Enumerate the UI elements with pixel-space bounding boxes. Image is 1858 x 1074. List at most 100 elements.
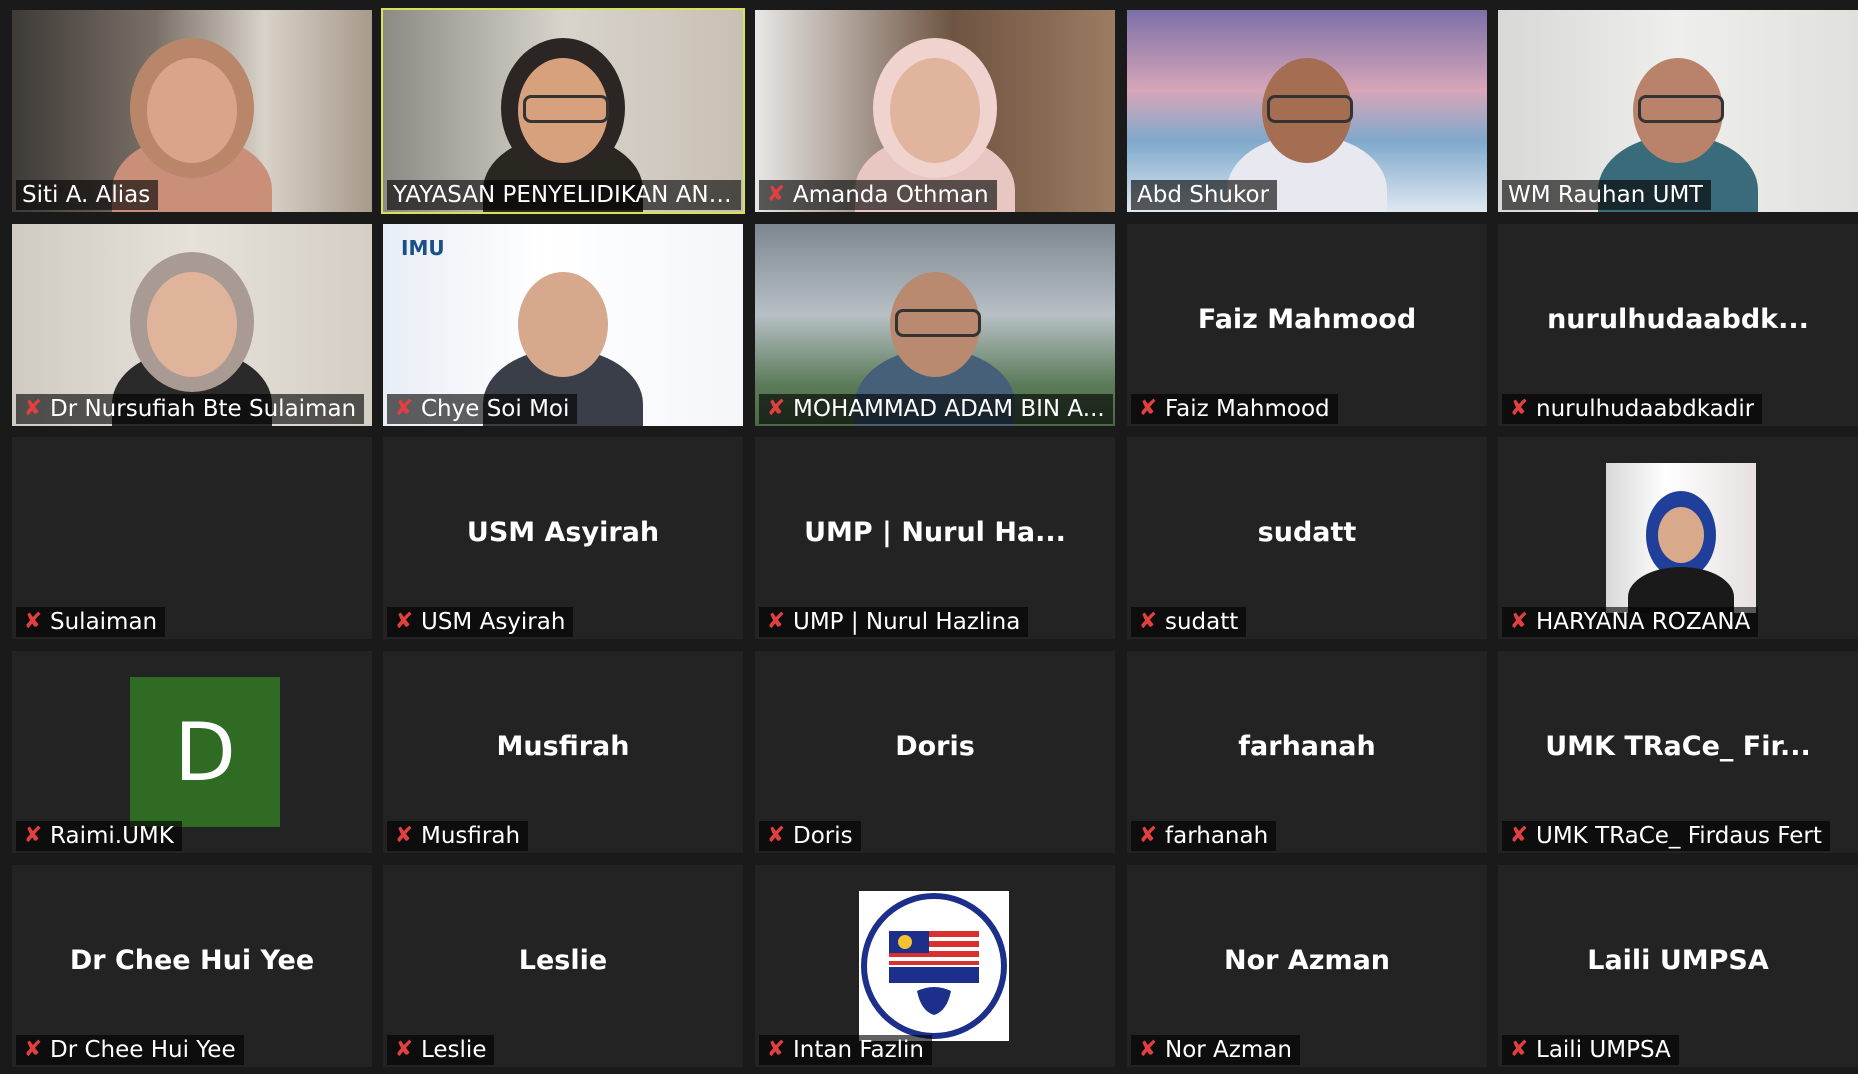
participant-name-label: ✘ Intan Fazlin [759, 1035, 933, 1065]
participant-tile[interactable]: Abd Shukor [1127, 10, 1487, 212]
participant-name: sudatt [1165, 609, 1239, 635]
participant-tile[interactable]: Siti A. Alias [12, 10, 372, 212]
participant-display-name: Dr Chee Hui Yee [69, 945, 315, 976]
glasses-shape [1638, 95, 1724, 123]
participant-name-label: ✘ Dr Nursufiah Bte Sulaiman [16, 394, 365, 424]
participant-tile[interactable]: nurulhudaabdk... ✘ nurulhudaabdkadir [1498, 224, 1858, 426]
glasses-shape [523, 95, 609, 123]
participant-tile[interactable]: Doris ✘ Doris [755, 651, 1115, 853]
participant-tile[interactable]: USM Asyirah ✘ USM Asyirah [383, 437, 743, 639]
participant-display-name: Doris [895, 731, 975, 762]
participant-tile[interactable]: farhanah ✘ farhanah [1127, 651, 1487, 853]
participant-tile[interactable]: Nor Azman ✘ Nor Azman [1127, 865, 1487, 1067]
muted-microphone-icon: ✘ [1509, 396, 1529, 421]
participant-display-name: Nor Azman [1223, 945, 1391, 976]
person-face [147, 58, 237, 163]
participant-name: Siti A. Alias [22, 182, 151, 208]
participant-name: Raimi.UMK [50, 823, 174, 849]
avatar: D [130, 677, 280, 827]
foundation-logo-icon [859, 891, 1009, 1041]
participant-name-label: ✘ Chye Soi Moi [387, 394, 578, 424]
participant-name: UMK TRaCe_ Firdaus Fert [1536, 823, 1822, 849]
person-face [890, 58, 980, 163]
muted-microphone-icon: ✘ [766, 823, 786, 848]
participant-display-name: Laili UMPSA [1587, 945, 1769, 976]
profile-photo [1606, 463, 1756, 613]
muted-microphone-icon: ✘ [394, 396, 414, 421]
participant-tile[interactable]: ✘ HARYANA ROZANA [1498, 437, 1858, 639]
participant-tile[interactable]: Laili UMPSA ✘ Laili UMPSA [1498, 865, 1858, 1067]
participant-name-label: Abd Shukor [1131, 180, 1278, 210]
participant-tile[interactable]: WM Rauhan UMT [1498, 10, 1858, 212]
participant-display-name: Musfirah [496, 731, 630, 762]
participant-name-label: ✘ Raimi.UMK [16, 821, 182, 851]
participant-tile[interactable]: D ✘ Raimi.UMK [12, 651, 372, 853]
muted-microphone-icon: ✘ [766, 1037, 786, 1062]
participant-display-name: farhanah [1238, 731, 1376, 762]
participant-tile[interactable]: ✘ Amanda Othman [755, 10, 1115, 212]
participant-name-label: ✘ farhanah [1131, 821, 1277, 851]
participant-name-label: ✘ USM Asyirah [387, 607, 574, 637]
participant-tile[interactable]: YAYASAN PENYELIDIKAN ANT... [381, 8, 745, 214]
participant-tile[interactable]: Musfirah ✘ Musfirah [383, 651, 743, 853]
participant-name: Musfirah [421, 823, 521, 849]
participant-name: WM Rauhan UMT [1508, 182, 1704, 208]
person-face [1658, 507, 1704, 563]
muted-microphone-icon: ✘ [766, 182, 786, 207]
muted-microphone-icon: ✘ [766, 396, 786, 421]
participant-name-label: ✘ nurulhudaabdkadir [1502, 394, 1763, 424]
muted-microphone-icon: ✘ [1138, 1037, 1158, 1062]
muted-microphone-icon: ✘ [23, 823, 43, 848]
participant-tile[interactable]: ✘ Sulaiman [12, 437, 372, 639]
participant-tile[interactable]: ✘ Intan Fazlin [755, 865, 1115, 1067]
participant-name-label: ✘ Amanda Othman [759, 180, 997, 210]
muted-microphone-icon: ✘ [1138, 396, 1158, 421]
muted-microphone-icon: ✘ [1509, 609, 1529, 634]
muted-microphone-icon: ✘ [23, 1037, 43, 1062]
participant-name-label: ✘ HARYANA ROZANA [1502, 607, 1759, 637]
participant-name: MOHAMMAD ADAM BIN A... [793, 396, 1105, 422]
participant-tile[interactable]: ✘ MOHAMMAD ADAM BIN A... [755, 224, 1115, 426]
participant-display-name: Leslie [518, 945, 608, 976]
participant-name: Leslie [421, 1037, 487, 1063]
participant-name-label: ✘ Dr Chee Hui Yee [16, 1035, 244, 1065]
muted-microphone-icon: ✘ [766, 609, 786, 634]
participant-name: USM Asyirah [421, 609, 566, 635]
video-gallery: Siti A. Alias YAYASAN PENYELIDIKAN ANT...… [0, 0, 1858, 1074]
participant-name: Doris [793, 823, 853, 849]
participant-display-name: USM Asyirah [466, 517, 660, 548]
participant-name-label: ✘ Musfirah [387, 821, 529, 851]
participant-name-label: Siti A. Alias [16, 180, 159, 210]
participant-name: Faiz Mahmood [1165, 396, 1330, 422]
participant-display-name: UMK TRaCe_ Fir... [1545, 731, 1811, 762]
participant-name: YAYASAN PENYELIDIKAN ANT... [393, 182, 733, 208]
participant-display-name: nurulhudaabdk... [1547, 304, 1809, 335]
participant-tile[interactable]: Leslie ✘ Leslie [383, 865, 743, 1067]
glasses-shape [895, 309, 981, 337]
participant-name: farhanah [1165, 823, 1269, 849]
muted-microphone-icon: ✘ [394, 823, 414, 848]
participant-tile[interactable]: IMU ✘ Chye Soi Moi [383, 224, 743, 426]
muted-microphone-icon: ✘ [394, 1037, 414, 1062]
glasses-shape [1267, 95, 1353, 123]
participant-display-name: Faiz Mahmood [1197, 304, 1417, 335]
participant-tile[interactable]: UMP | Nurul Ha... ✘ UMP | Nurul Hazlina [755, 437, 1115, 639]
participant-tile[interactable]: ✘ Dr Nursufiah Bte Sulaiman [12, 224, 372, 426]
participant-name-label: ✘ Laili UMPSA [1502, 1035, 1679, 1065]
person-face [147, 272, 237, 377]
participant-name: Dr Chee Hui Yee [50, 1037, 236, 1063]
participant-tile[interactable]: UMK TRaCe_ Fir... ✘ UMK TRaCe_ Firdaus Fer… [1498, 651, 1858, 853]
slide-logo-text: IMU [401, 236, 445, 260]
muted-microphone-icon: ✘ [1509, 823, 1529, 848]
participant-name: nurulhudaabdkadir [1536, 396, 1755, 422]
participant-name-label: ✘ Leslie [387, 1035, 495, 1065]
participant-name: Dr Nursufiah Bte Sulaiman [50, 396, 357, 422]
person-face [518, 272, 608, 377]
participant-tile[interactable]: sudatt ✘ sudatt [1127, 437, 1487, 639]
participant-tile[interactable]: Faiz Mahmood ✘ Faiz Mahmood [1127, 224, 1487, 426]
participant-display-name: UMP | Nurul Ha... [804, 517, 1066, 548]
muted-microphone-icon: ✘ [23, 609, 43, 634]
participant-name: Laili UMPSA [1536, 1037, 1671, 1063]
participant-tile[interactable]: Dr Chee Hui Yee ✘ Dr Chee Hui Yee [12, 865, 372, 1067]
participant-name-label: ✘ Faiz Mahmood [1131, 394, 1338, 424]
